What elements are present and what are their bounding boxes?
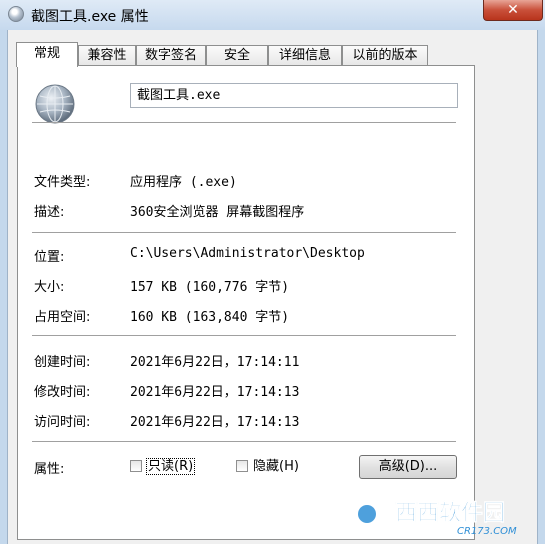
window-title: 截图工具.exe 属性 <box>31 9 149 25</box>
accessed-value: 2021年6月22日，17:14:13 <box>130 415 300 430</box>
file-name-input[interactable]: 截图工具.exe <box>130 83 458 108</box>
tab-security[interactable]: 安全 <box>206 45 268 66</box>
separator <box>32 441 456 442</box>
tab-strip: 常规 兼容性 数字签名 安全 详细信息 以前的版本 <box>16 42 536 67</box>
title-bar[interactable]: 截图工具.exe 属性 ✕ <box>0 0 545 30</box>
separator <box>32 122 456 123</box>
description-label: 描述: <box>34 205 65 220</box>
accessed-label: 访问时间: <box>34 415 91 430</box>
advanced-button[interactable]: 高级(D)... <box>359 455 457 479</box>
size-label: 大小: <box>34 280 65 295</box>
hidden-label: 隐藏(H) <box>253 459 299 474</box>
tab-compatibility[interactable]: 兼容性 <box>78 45 136 66</box>
description-value: 360安全浏览器 屏幕截图程序 <box>130 205 305 220</box>
close-icon: ✕ <box>507 2 519 18</box>
file-type-label: 文件类型: <box>34 175 91 190</box>
globe-icon <box>35 84 75 124</box>
properties-window: 截图工具.exe 属性 ✕ 常规 兼容性 数字签名 安全 详细信息 以前的版本 <box>0 0 545 544</box>
checkbox-box[interactable] <box>130 460 142 472</box>
tab-digital-signatures[interactable]: 数字签名 <box>136 45 206 66</box>
attributes-label: 属性: <box>34 462 65 477</box>
close-button[interactable]: ✕ <box>483 0 543 21</box>
site-watermark-logo: 西西软件园 CR173.COM <box>349 495 517 537</box>
modified-value: 2021年6月22日，17:14:13 <box>130 385 300 400</box>
location-value: C:\Users\Administrator\Desktop <box>130 246 365 261</box>
location-label: 位置: <box>34 250 65 265</box>
tab-label: 数字签名 <box>144 48 197 63</box>
file-type-value: 应用程序 (.exe) <box>130 175 237 190</box>
tab-label: 以前的版本 <box>352 48 418 63</box>
size-value: 157 KB (160,776 字节) <box>130 280 290 295</box>
checkbox-box[interactable] <box>236 460 248 472</box>
created-value: 2021年6月22日，17:14:11 <box>130 355 300 370</box>
tab-previous-versions[interactable]: 以前的版本 <box>342 45 428 66</box>
separator <box>32 335 456 336</box>
tab-general[interactable]: 常规 <box>16 42 78 67</box>
dialog-client: 常规 兼容性 数字签名 安全 详细信息 以前的版本 截图工具.exe 文件类型:… <box>7 30 538 544</box>
separator <box>32 232 456 233</box>
created-label: 创建时间: <box>34 355 91 370</box>
app-icon <box>8 6 24 22</box>
modified-label: 修改时间: <box>34 385 91 400</box>
size-on-disk-label: 占用空间: <box>34 310 91 325</box>
tab-label: 常规 <box>33 46 60 61</box>
size-on-disk-value: 160 KB (163,840 字节) <box>130 310 290 325</box>
watermark-domain: CR173.COM <box>457 526 517 537</box>
general-panel: 截图工具.exe 文件类型: 应用程序 (.exe) 描述: 360安全浏览器 … <box>17 65 475 540</box>
tab-label: 兼容性 <box>87 48 127 63</box>
readonly-checkbox[interactable]: 只读(R) <box>130 458 196 476</box>
file-name-value: 截图工具.exe <box>137 88 221 103</box>
tab-label: 详细信息 <box>278 48 331 63</box>
hidden-checkbox[interactable]: 隐藏(H) <box>236 458 299 476</box>
watermark-brand: 西西软件园 <box>395 500 505 526</box>
tab-label: 安全 <box>223 48 250 63</box>
readonly-label: 只读(R) <box>145 458 196 475</box>
tab-details[interactable]: 详细信息 <box>268 45 342 66</box>
